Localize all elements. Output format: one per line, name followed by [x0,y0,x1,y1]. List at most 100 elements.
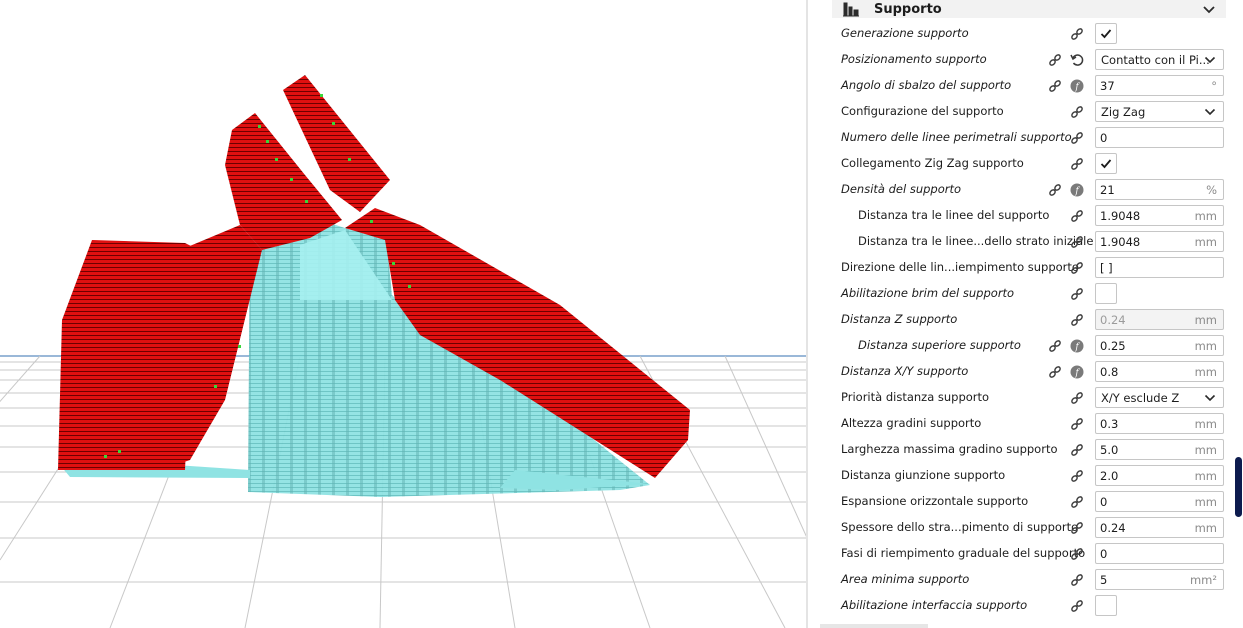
link-icon[interactable] [1070,27,1084,41]
setting-input[interactable]: 1.9048 mm [1095,231,1224,252]
print-settings-panel: Supporto Generazione supporto Posizioname… [808,0,1243,628]
layer-view-canvas[interactable] [0,0,808,628]
setting-row: Spessore dello stra...pimento di support… [808,515,1243,541]
scrollbar-thumb[interactable] [1235,457,1242,517]
link-icon[interactable] [1070,547,1084,561]
function-icon[interactable]: f [1070,79,1084,93]
input-unit: mm [1194,313,1217,327]
setting-label: Configurazione del supporto [841,104,1004,118]
setting-dropdown[interactable]: Zig Zag [1095,101,1224,122]
setting-input[interactable]: 2.0 mm [1095,465,1224,486]
link-icon[interactable] [1048,79,1062,93]
setting-input[interactable]: 0.8 mm [1095,361,1224,382]
setting-label: Area minima supporto [841,572,970,586]
setting-input[interactable]: 0 [1095,127,1224,148]
setting-label: Collegamento Zig Zag supporto [841,156,1024,170]
setting-label: Direzione delle lin...iempimento support… [841,260,1079,274]
setting-row: Numero delle linee perimetrali supporto 0 [808,125,1243,151]
link-icon[interactable] [1070,313,1084,327]
setting-row: Configurazione del supporto Zig Zag [808,99,1243,125]
link-icon[interactable] [1070,495,1084,509]
setting-row: Angolo di sbalzo del supporto f 37 ° [808,73,1243,99]
3d-viewport[interactable] [0,0,808,628]
link-icon[interactable] [1048,183,1062,197]
setting-label: Posizionamento supporto [841,52,987,66]
setting-row: Area minima supporto 5 mm² [808,567,1243,593]
setting-input[interactable]: 0.3 mm [1095,413,1224,434]
link-icon[interactable] [1070,469,1084,483]
setting-row: Larghezza massima gradino supporto 5.0 mm [808,437,1243,463]
setting-label: Distanza Z supporto [841,312,958,326]
setting-label: Densità del supporto [841,182,962,196]
setting-checkbox[interactable] [1095,283,1117,304]
link-icon[interactable] [1070,391,1084,405]
input-value: 5 [1100,573,1108,587]
section-header-supporto[interactable]: Supporto [832,0,1226,18]
input-value: 0.3 [1100,417,1119,431]
setting-row: Densità del supporto f 21% [808,177,1243,203]
link-icon[interactable] [1070,573,1084,587]
input-value: 21 [1100,183,1115,197]
setting-input[interactable]: [ ] [1095,257,1224,278]
chevron-down-icon[interactable] [1202,2,1216,16]
input-value: 5.0 [1100,443,1119,457]
input-value: 1.9048 [1100,209,1141,223]
setting-input[interactable]: 37 ° [1095,75,1224,96]
link-icon[interactable] [1048,365,1062,379]
link-icon[interactable] [1070,131,1084,145]
setting-label: Distanza giunzione supporto [841,468,1006,482]
setting-row: Generazione supporto [808,21,1243,47]
function-icon[interactable]: f [1070,183,1084,197]
setting-input[interactable]: 1.9048 mm [1095,205,1224,226]
input-unit: mm² [1189,573,1217,587]
setting-label: Angolo di sbalzo del supporto [841,78,1012,92]
input-value: [ ] [1100,261,1113,275]
dropdown-value: Contatto con il Pi... [1101,53,1210,67]
input-unit: ° [1211,79,1217,93]
function-icon[interactable]: f [1070,339,1084,353]
link-icon[interactable] [1070,261,1084,275]
setting-checkbox[interactable] [1095,153,1117,174]
setting-dropdown[interactable]: X/Y esclude Z [1095,387,1224,408]
setting-label: Altezza gradini supporto [841,416,982,430]
setting-row: Distanza Z supporto 0.24 mm [808,307,1243,333]
setting-row: Distanza tra le linee...dello strato ini… [808,229,1243,255]
setting-row: Abilitazione interfaccia supporto [808,593,1243,619]
setting-checkbox[interactable] [1095,23,1117,44]
link-icon[interactable] [1070,157,1084,171]
setting-dropdown[interactable]: Contatto con il Pi... [1095,49,1224,70]
reset-icon[interactable] [1070,53,1084,67]
chevron-down-icon [1204,54,1216,66]
dropdown-value: X/Y esclude Z [1101,391,1180,405]
setting-label: Distanza tra le linee...dello strato ini… [858,234,1094,248]
setting-row: Altezza gradini supporto 0.3 mm [808,411,1243,437]
link-icon[interactable] [1070,209,1084,223]
setting-label: Priorità distanza supporto [841,390,990,404]
setting-input[interactable]: 0.25 mm [1095,335,1224,356]
setting-row: Direzione delle lin...iempimento support… [808,255,1243,281]
setting-row: Fasi di riempimento graduale del support… [808,541,1243,567]
link-icon[interactable] [1070,105,1084,119]
link-icon[interactable] [1070,287,1084,301]
setting-input[interactable]: 5 mm² [1095,569,1224,590]
input-value: 2.0 [1100,469,1119,483]
input-unit: mm [1194,495,1217,509]
input-value: 0.8 [1100,365,1119,379]
link-icon[interactable] [1048,53,1062,67]
setting-input[interactable]: 0.24 mm [1095,517,1224,538]
link-icon[interactable] [1070,599,1084,613]
bottom-tab-bar [820,624,928,628]
link-icon[interactable] [1048,339,1062,353]
link-icon[interactable] [1070,443,1084,457]
setting-input[interactable]: 5.0 mm [1095,439,1224,460]
link-icon[interactable] [1070,521,1084,535]
setting-input[interactable]: 21% [1095,179,1224,200]
setting-checkbox[interactable] [1095,595,1117,616]
setting-label: Abilitazione interfaccia supporto [841,598,1028,612]
link-icon[interactable] [1070,235,1084,249]
link-icon[interactable] [1070,417,1084,431]
setting-input[interactable]: 0 [1095,543,1224,564]
setting-input[interactable]: 0 mm [1095,491,1224,512]
setting-input: 0.24 mm [1095,309,1224,330]
function-icon[interactable]: f [1070,365,1084,379]
